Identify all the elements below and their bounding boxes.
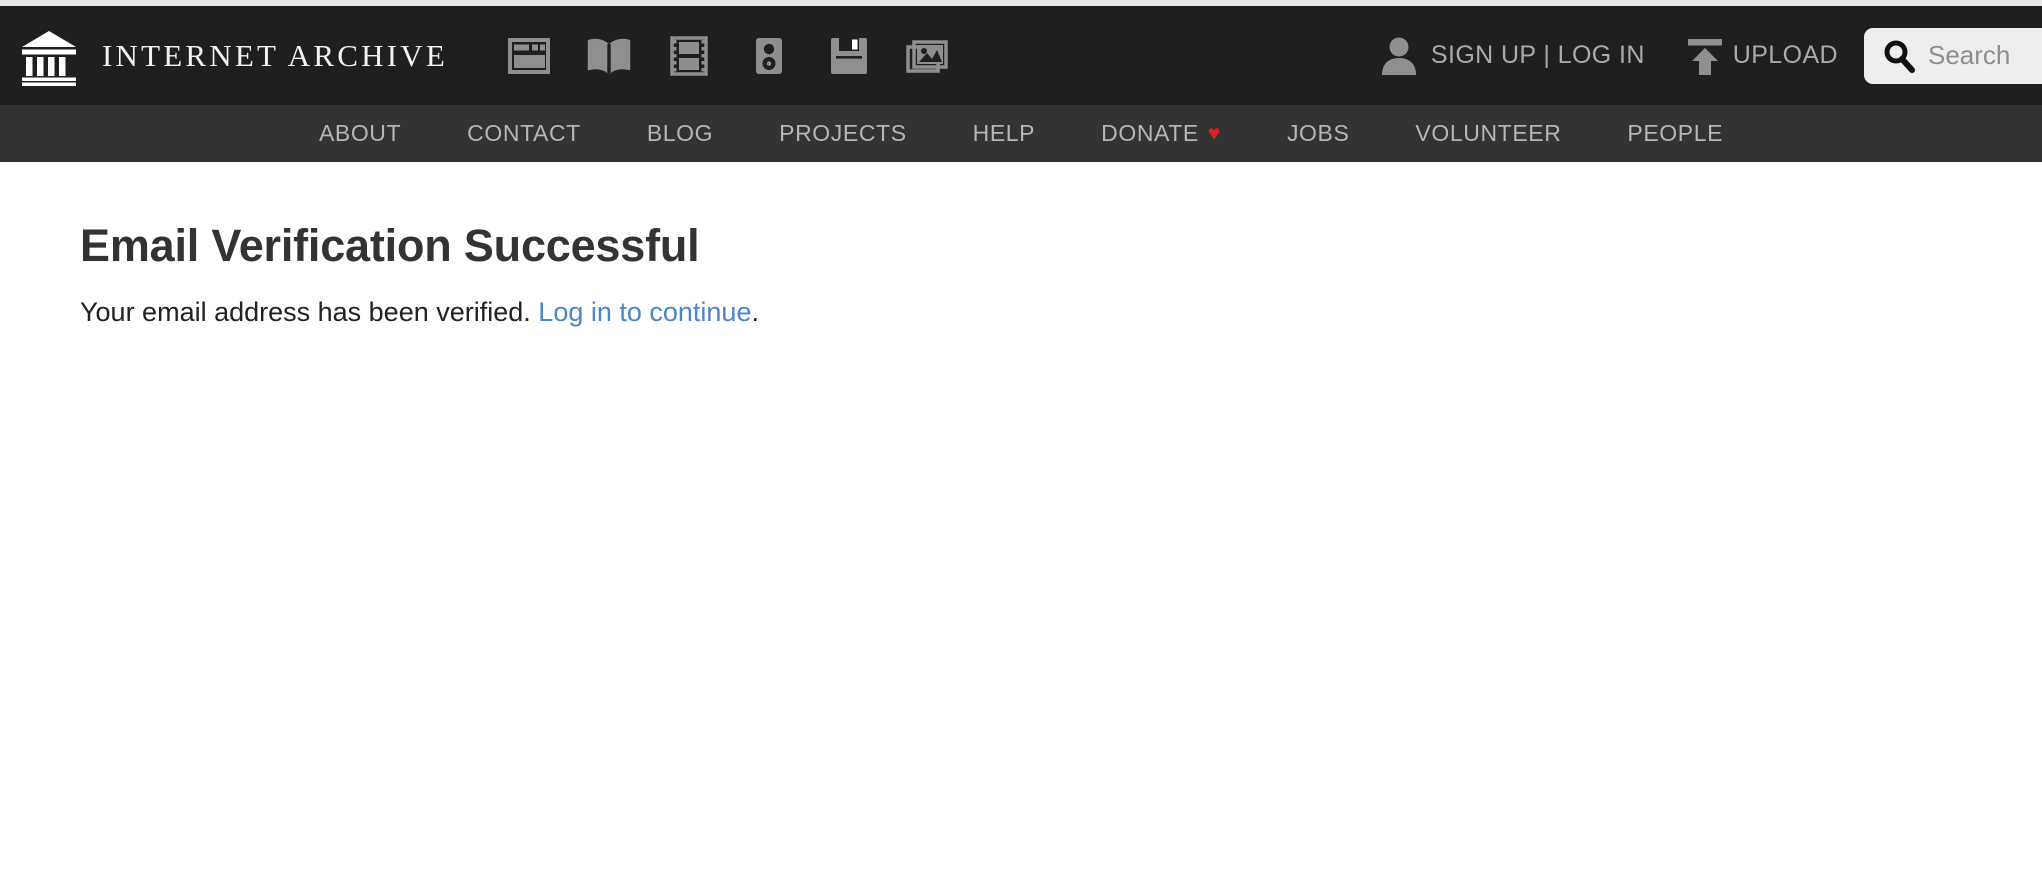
page-title: Email Verification Successful [80, 220, 700, 271]
nav-item-help[interactable]: HELP [940, 120, 1068, 147]
nav-item-volunteer[interactable]: VOLUNTEER [1382, 120, 1594, 147]
nav-label: ABOUT [318, 120, 402, 146]
nav-label: VOLUNTEER [1415, 120, 1562, 146]
site-logo[interactable]: INTERNET ARCHIVE [18, 25, 448, 87]
upload-label: UPLOAD [1732, 41, 1838, 69]
audio-speaker-icon[interactable] [746, 33, 792, 79]
nav-label: BLOG [646, 120, 714, 146]
header-right-cluster: SIGN UP | LOG IN UPLOAD Search [1379, 6, 2042, 105]
upload-button[interactable]: UPLOAD [1683, 35, 1838, 77]
search-placeholder: Search [1928, 40, 2011, 70]
nav-item-contact[interactable]: CONTACT [434, 120, 614, 147]
nav-label: PROJECTS [779, 120, 907, 146]
site-header: INTERNET ARCHIVE SIGN UP | LOG IN UPLOAD… [0, 6, 2042, 105]
search-magnifier-icon[interactable] [1882, 39, 1916, 73]
main-content: Email Verification Successful Your email… [0, 162, 2042, 878]
nav-list: ABOUT CONTACT BLOG PROJECTS HELP DONATE … [286, 120, 1756, 147]
account-links-label: SIGN UP | LOG IN [1430, 41, 1645, 69]
log-in-to-continue-link[interactable]: Log in to continue [538, 297, 751, 327]
person-icon [1379, 35, 1419, 77]
nav-item-people[interactable]: PEOPLE [1594, 120, 1756, 147]
nav-label: HELP [972, 120, 1036, 146]
search-input[interactable]: Search [1864, 27, 2042, 84]
site-logo-text: INTERNET ARCHIVE [102, 37, 448, 73]
nav-label: JOBS [1286, 120, 1350, 146]
nav-label: PEOPLE [1627, 120, 1724, 146]
internet-archive-building-icon [18, 25, 80, 87]
nav-item-projects[interactable]: PROJECTS [746, 120, 939, 147]
nav-label: DONATE [1101, 120, 1199, 146]
nav-item-about[interactable]: ABOUT [286, 120, 434, 147]
verification-message: Your email address has been verified. Lo… [80, 297, 759, 328]
media-type-icon-bar [506, 33, 952, 79]
heart-icon: ♥ [1207, 122, 1221, 145]
internet-archive-page: INTERNET ARCHIVE SIGN UP | LOG IN UPLOAD… [0, 0, 2042, 878]
verification-message-period: . [751, 297, 759, 327]
web-icon[interactable] [506, 33, 552, 79]
images-photos-icon[interactable] [906, 33, 952, 79]
software-floppy-icon[interactable] [826, 33, 872, 79]
verification-message-text: Your email address has been verified. [80, 297, 531, 327]
nav-item-blog[interactable]: BLOG [614, 120, 746, 147]
video-film-icon[interactable] [666, 33, 712, 79]
account-links[interactable]: SIGN UP | LOG IN [1379, 35, 1645, 77]
upload-arrow-icon [1683, 35, 1727, 77]
nav-label: CONTACT [467, 120, 581, 146]
nav-item-jobs[interactable]: JOBS [1254, 120, 1382, 147]
nav-item-donate[interactable]: DONATE ♥ [1068, 120, 1254, 147]
texts-book-icon[interactable] [586, 33, 632, 79]
primary-nav: ABOUT CONTACT BLOG PROJECTS HELP DONATE … [0, 105, 2042, 162]
